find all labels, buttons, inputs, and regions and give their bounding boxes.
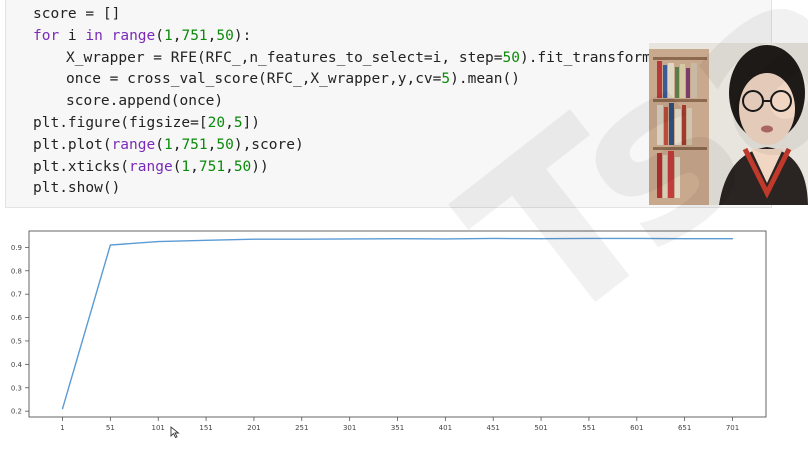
code-line: X_wrapper = RFE(RFC_,n_features_to_selec… xyxy=(33,48,695,70)
y-tick-label: 0.2 xyxy=(11,408,22,416)
code-token: X_wrapper = RFE(RFC_,n_features_to_selec… xyxy=(66,49,503,66)
code-token: plt.plot( xyxy=(33,136,112,153)
y-tick-label: 0.4 xyxy=(11,361,23,369)
data-point xyxy=(205,239,207,241)
x-tick-label: 701 xyxy=(726,424,739,432)
code-token: )) xyxy=(251,158,269,175)
code-number: 1 xyxy=(164,27,173,44)
x-tick-label: 451 xyxy=(487,424,500,432)
x-tick-label: 501 xyxy=(534,424,547,432)
code-line: score = [] xyxy=(33,4,695,26)
x-tick-label: 251 xyxy=(295,424,308,432)
code-number: 1 xyxy=(163,136,173,153)
x-tick-label: 51 xyxy=(106,424,115,432)
code-line: plt.show() xyxy=(33,178,695,200)
x-tick-label: 351 xyxy=(391,424,404,432)
code-token: ),score) xyxy=(233,136,304,153)
code-line: score.append(once) xyxy=(33,91,695,113)
code-number: 50 xyxy=(216,27,234,44)
data-point xyxy=(636,237,638,240)
data-point xyxy=(157,240,159,243)
data-point xyxy=(731,238,734,240)
code-line: once = cross_val_score(RFC_,X_wrapper,y,… xyxy=(33,69,695,91)
x-tick-label: 151 xyxy=(199,424,212,432)
x-tick-label: 401 xyxy=(439,424,452,432)
data-point xyxy=(349,238,351,240)
data-point xyxy=(588,237,590,240)
code-token: ( xyxy=(155,27,164,44)
code-token: , xyxy=(225,158,234,175)
webcam-overlay xyxy=(649,43,808,205)
code-line: plt.figure(figsize=[20,5]) xyxy=(33,113,695,135)
code-number: 5 xyxy=(441,71,451,88)
code-keyword: in xyxy=(85,27,103,44)
x-tick-label: 601 xyxy=(630,424,643,432)
y-tick-label: 0.6 xyxy=(11,314,23,322)
x-tick-label: 651 xyxy=(678,424,691,432)
presenter-video xyxy=(649,43,808,205)
code-number: 1 xyxy=(181,158,191,175)
code-number: 751 xyxy=(181,136,208,153)
code-token: i xyxy=(59,27,86,44)
code-token: ]) xyxy=(242,114,261,131)
x-tick-label: 101 xyxy=(152,424,165,432)
data-point xyxy=(396,238,399,240)
code-token: score.append(once) xyxy=(66,93,224,110)
code-number: 751 xyxy=(198,158,226,175)
code-token: , xyxy=(225,114,234,131)
code-line: for i in range(1,751,50): xyxy=(33,26,695,48)
code-keyword: for xyxy=(33,27,60,44)
code-token: plt.figure(figsize=[ xyxy=(33,114,208,131)
code-number: 50 xyxy=(502,49,520,66)
plot-frame xyxy=(28,230,767,418)
code-editor[interactable]: score = [] for i in range(1,751,50): X_wra… xyxy=(33,4,695,200)
data-point xyxy=(492,237,494,240)
code-token: ( xyxy=(155,136,164,153)
code-number: 5 xyxy=(233,114,243,131)
code-keyword: range xyxy=(111,136,156,153)
data-point xyxy=(540,238,542,240)
code-token: plt.show() xyxy=(33,180,121,197)
code-number: 20 xyxy=(207,114,226,131)
y-tick-label: 0.3 xyxy=(11,384,22,392)
code-number: 751 xyxy=(181,27,208,44)
data-point xyxy=(109,244,111,246)
code-line: plt.xticks(range(1,751,50)) xyxy=(33,157,695,179)
line-chart: 0.20.30.40.50.60.70.80.91 51 101 151 201 251 3… xyxy=(11,230,767,432)
x-tick-label: 1 xyxy=(60,424,64,432)
code-token: ).mean() xyxy=(450,71,520,88)
y-tick-label: 0.8 xyxy=(11,267,22,275)
mouse-cursor-icon xyxy=(170,426,180,438)
data-point xyxy=(684,238,686,240)
code-token: score = [] xyxy=(33,6,121,22)
x-tick-label: 301 xyxy=(343,424,356,432)
y-tick-label: 0.9 xyxy=(11,244,22,252)
data-point xyxy=(61,408,64,410)
y-tick-label: 0.7 xyxy=(11,291,22,299)
x-tick-label: 551 xyxy=(582,424,595,432)
x-tick-label: 201 xyxy=(247,424,260,432)
code-token: plt.xticks( xyxy=(33,158,130,175)
data-point xyxy=(444,238,446,240)
code-keyword: range xyxy=(111,27,156,44)
data-point xyxy=(253,238,255,240)
code-token: once = cross_val_score(RFC_,X_wrapper,y,… xyxy=(66,71,442,88)
plot-output: 0.2 0.3 0.4 0.5 0.6 0.7 0.8 0.9 1 51 101 151 201 251 3… xyxy=(0,215,808,449)
code-token: , xyxy=(190,158,199,175)
code-number: 50 xyxy=(216,136,234,153)
y-tick-label: 0.5 xyxy=(11,337,22,345)
code-number: 50 xyxy=(233,158,252,175)
data-point xyxy=(301,238,303,240)
code-line: plt.plot(range(1,751,50),score) xyxy=(33,135,695,157)
code-keyword: range xyxy=(129,158,173,175)
code-token: ): xyxy=(233,27,252,44)
